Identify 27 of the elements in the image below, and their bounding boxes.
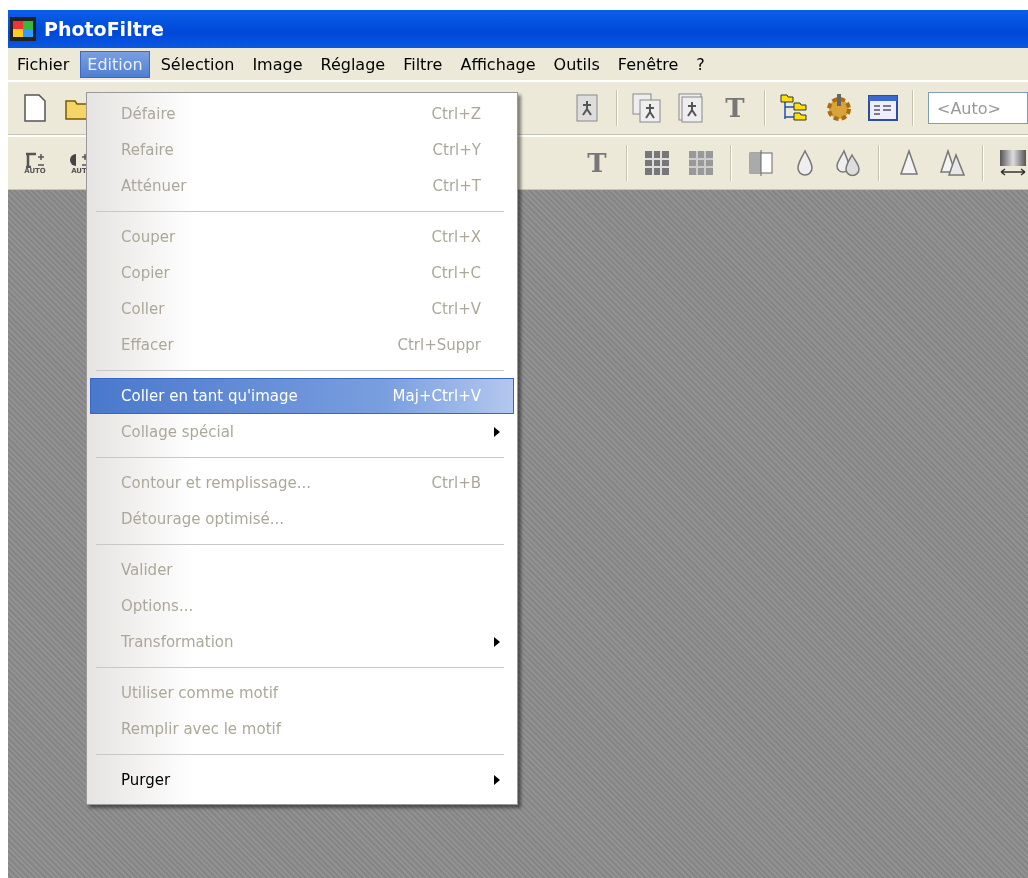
window-title: PhotoFiltre: [44, 18, 164, 40]
menu-bar-item[interactable]: ?: [689, 50, 712, 78]
menu-bar-item[interactable]: Outils: [546, 50, 607, 78]
text-tool-icon[interactable]: T: [720, 93, 750, 123]
menu-bar-item[interactable]: Image: [245, 50, 310, 78]
menu-bar-item[interactable]: Réglage: [313, 50, 393, 78]
half-filled-square-icon[interactable]: [746, 148, 776, 178]
folder-tree-icon[interactable]: [780, 93, 810, 123]
walking-figure-pages-icon[interactable]: [632, 93, 662, 123]
triangles-icon[interactable]: [938, 148, 968, 178]
menu-bar-item[interactable]: Fenêtre: [610, 50, 686, 78]
gradient-width-icon[interactable]: [998, 148, 1028, 178]
size-field[interactable]: <Auto>: [928, 92, 1028, 124]
menu-bar-item[interactable]: Edition: [80, 50, 150, 78]
walking-figure-page-icon[interactable]: [676, 93, 706, 123]
grid-icon[interactable]: [642, 148, 672, 178]
app-icon: [10, 17, 36, 41]
menu-item[interactable]: Coller en tant qu'image Maj+Ctrl+V: [90, 378, 514, 414]
gear-icon[interactable]: [824, 93, 854, 123]
grid-icon[interactable]: [686, 148, 716, 178]
menu-bar-item[interactable]: Fichier: [10, 50, 77, 78]
menu-bar-item[interactable]: Filtre: [396, 50, 450, 78]
text-plus-icon[interactable]: T: [582, 148, 612, 178]
window-icon[interactable]: [868, 93, 898, 123]
menu-bar-item[interactable]: Affichage: [453, 50, 543, 78]
menu-bar-item[interactable]: Sélection: [153, 50, 242, 78]
menu-item[interactable]: Purger: [90, 762, 514, 798]
